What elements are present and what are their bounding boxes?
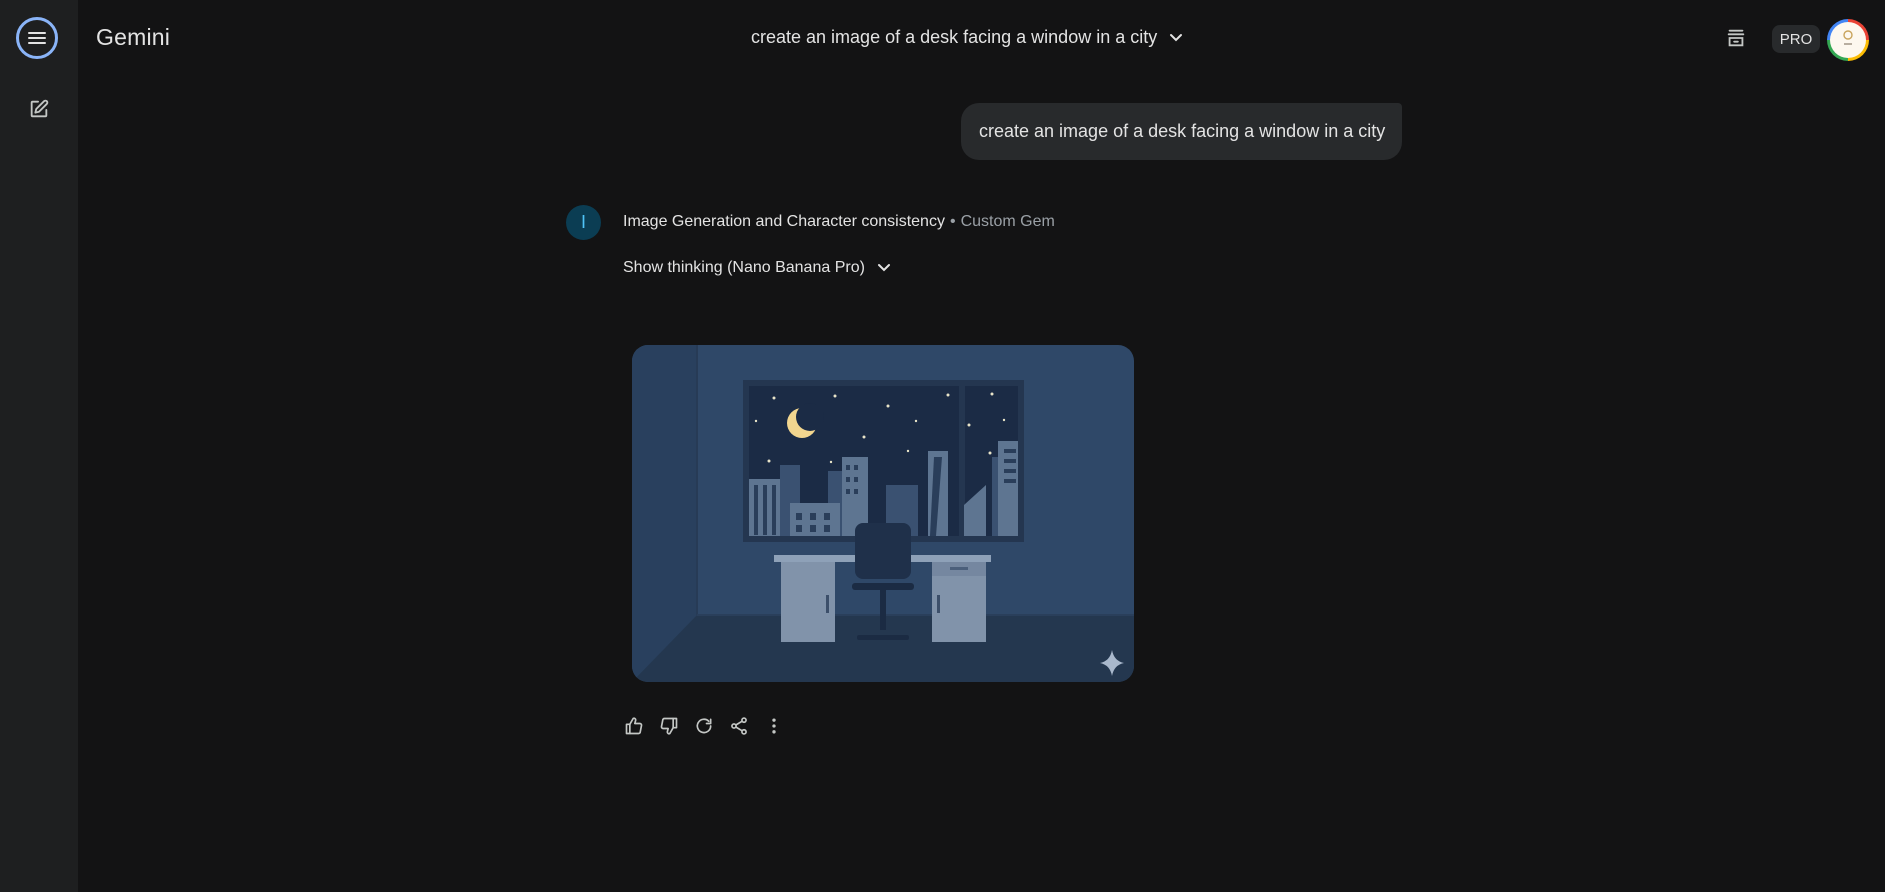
conversation-title: create an image of a desk facing a windo…	[751, 27, 1158, 47]
generated-image[interactable]	[632, 345, 1134, 682]
profile-avatar[interactable]	[1827, 19, 1869, 61]
menu-icon	[28, 32, 46, 44]
regenerate-button[interactable]	[692, 714, 716, 738]
user-message-bubble: create an image of a desk facing a windo…	[961, 103, 1402, 160]
thumbs-down-button[interactable]	[657, 714, 681, 738]
thumbs-up-icon	[625, 717, 643, 735]
thumbs-down-icon	[660, 717, 678, 735]
app-title[interactable]: Gemini	[96, 24, 170, 51]
temporary-chat-button[interactable]	[1722, 24, 1750, 52]
sidebar	[0, 0, 78, 892]
gem-separator: •	[949, 213, 956, 230]
chevron-down-icon	[877, 263, 891, 273]
gem-type-label: Custom Gem	[960, 213, 1055, 230]
more-options-button[interactable]	[762, 714, 786, 738]
user-message-text: create an image of a desk facing a windo…	[979, 121, 1386, 141]
edit-icon	[30, 99, 49, 118]
refresh-icon	[696, 718, 712, 734]
gem-avatar: I	[566, 205, 601, 240]
chevron-down-icon	[1169, 33, 1183, 43]
share-icon	[731, 717, 747, 735]
avatar-emblem-icon	[1843, 30, 1853, 45]
new-chat-button[interactable]	[22, 92, 56, 126]
show-thinking-label: Show thinking (Nano Banana Pro)	[623, 259, 865, 276]
response-actions	[622, 714, 786, 738]
pro-plan-badge[interactable]: PRO	[1772, 25, 1820, 53]
gem-name[interactable]: Image Generation and Character consisten…	[623, 213, 945, 230]
share-button[interactable]	[727, 714, 751, 738]
show-thinking-toggle[interactable]: Show thinking (Nano Banana Pro)	[623, 259, 891, 277]
more-vert-icon	[772, 718, 776, 734]
gem-info: Image Generation and Character consisten…	[623, 213, 1055, 231]
thumbs-up-button[interactable]	[622, 714, 646, 738]
conversation-title-dropdown[interactable]: create an image of a desk facing a windo…	[751, 27, 1183, 48]
main-menu-button[interactable]	[16, 17, 58, 59]
temporary-chat-icon	[1727, 29, 1745, 47]
